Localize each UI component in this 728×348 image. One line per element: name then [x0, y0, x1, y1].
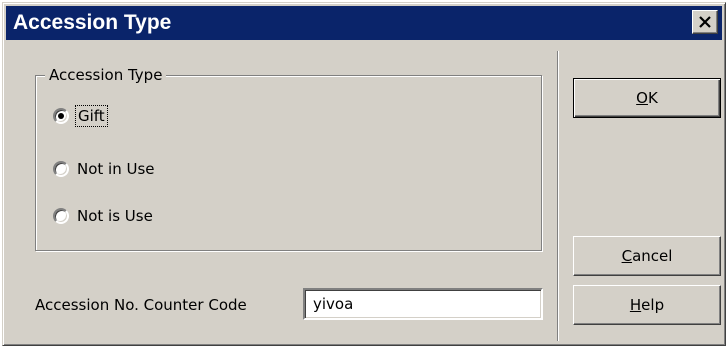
- cancel-mnemonic: C: [621, 247, 633, 265]
- radio-option-gift[interactable]: Gift: [53, 104, 108, 128]
- radio-gift[interactable]: [53, 108, 69, 124]
- ok-button[interactable]: OK: [573, 78, 721, 118]
- radio-not-in-use[interactable]: [53, 161, 69, 177]
- vertical-separator: [557, 51, 559, 341]
- close-button[interactable]: [692, 10, 718, 34]
- radio-label-gift: Gift: [75, 105, 108, 127]
- window-title: Accession Type: [13, 11, 172, 34]
- groupbox-legend: Accession Type: [45, 65, 167, 85]
- counter-code-label: Accession No. Counter Code: [35, 296, 247, 314]
- cancel-label-rest: ancel: [632, 247, 673, 265]
- radio-label-not-in-use: Not in Use: [77, 160, 155, 178]
- radio-not-is-use[interactable]: [53, 208, 69, 224]
- cancel-button[interactable]: Cancel: [573, 236, 721, 276]
- close-icon: [699, 16, 711, 28]
- radio-selected-dot: [58, 113, 64, 119]
- counter-code-input[interactable]: [303, 288, 543, 320]
- radio-label-not-is-use: Not is Use: [77, 207, 153, 225]
- help-label-rest: elp: [641, 296, 665, 314]
- help-button[interactable]: Help: [573, 285, 721, 325]
- radio-option-not-in-use[interactable]: Not in Use: [53, 157, 155, 181]
- title-bar: Accession Type: [6, 6, 722, 40]
- accession-type-dialog: Accession Type Accession Type Gift Not i…: [2, 2, 726, 346]
- radio-option-not-is-use[interactable]: Not is Use: [53, 204, 153, 228]
- ok-mnemonic: O: [636, 89, 648, 107]
- help-mnemonic: H: [629, 296, 642, 314]
- ok-label-rest: K: [647, 89, 658, 107]
